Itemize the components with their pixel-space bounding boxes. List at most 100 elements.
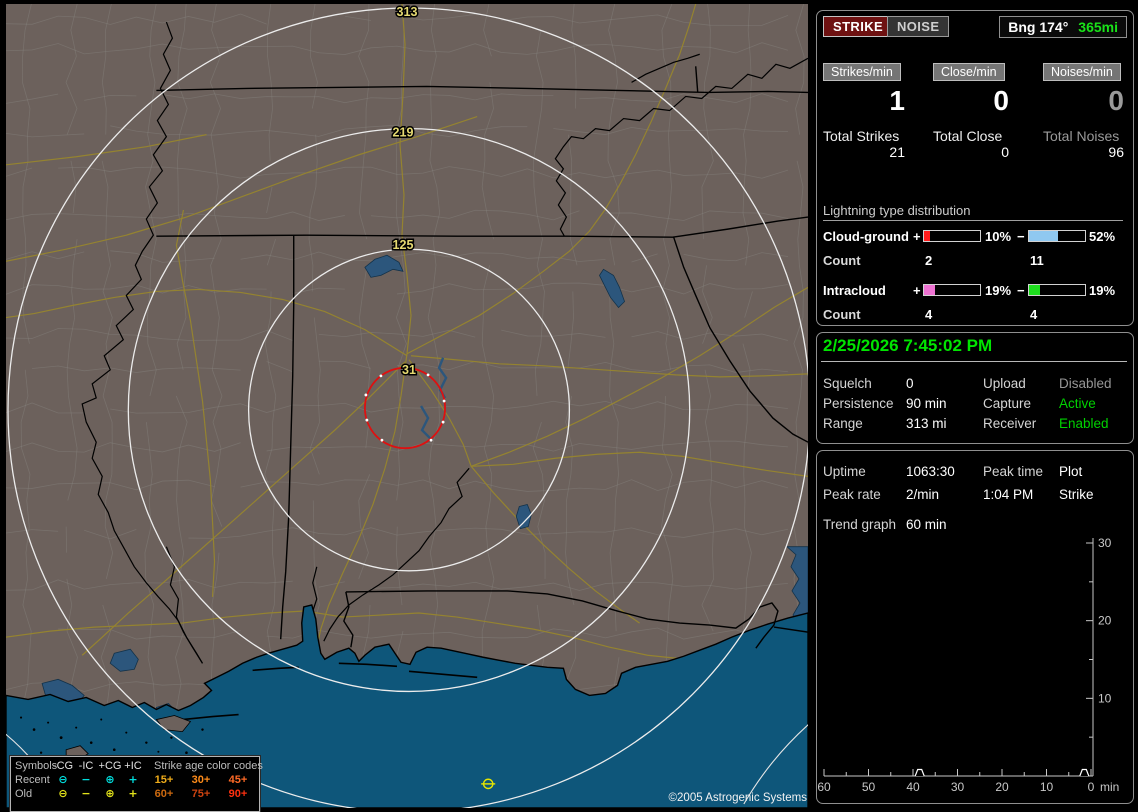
ring-label-219: 219	[393, 126, 414, 140]
legend-col-pos-ic: +IC	[124, 760, 142, 772]
status-panel: 2/25/2026 7:45:02 PM Squelch 0 Upload Di…	[816, 332, 1134, 444]
minus-sign: −	[1017, 229, 1025, 244]
cloud-ground-row: Cloud-ground + 10% − 52%	[817, 229, 1133, 245]
bearing-value: Bng 174°	[1008, 19, 1069, 35]
session-row: Uptime 1063:30 Peak time Plot	[817, 464, 1133, 481]
receiver-state: Enabled	[1059, 416, 1109, 431]
strike-toggle-button[interactable]: STRIKE	[823, 16, 894, 37]
peak-rate-value: 2/min	[906, 487, 940, 502]
plus-sign: +	[913, 283, 921, 298]
old-neg-cg-icon: ⊖	[58, 787, 68, 800]
svg-text:10: 10	[1040, 780, 1054, 794]
total-strikes-label: Total Strikes	[823, 128, 900, 144]
svg-text:20: 20	[995, 780, 1009, 794]
upload-state: Disabled	[1059, 376, 1112, 391]
pos-cg-percent: 10%	[985, 229, 1012, 244]
strikes-per-min-chip: Strikes/min	[823, 63, 901, 81]
age-45: 45+	[228, 774, 248, 786]
ring-label-31: 31	[402, 363, 416, 377]
persistence-label: Persistence	[823, 396, 894, 411]
distance-value: 365mi	[1078, 19, 1118, 35]
age-75: 75+	[191, 788, 211, 800]
count-label: Count	[823, 307, 861, 322]
datetime-display: 2/25/2026 7:45:02 PM	[823, 336, 993, 355]
svg-text:40: 40	[906, 780, 920, 794]
neg-ic-bar-fill	[1029, 285, 1040, 295]
minus-sign: −	[1017, 283, 1025, 298]
cloud-ground-label: Cloud-ground	[823, 229, 909, 244]
strikes-column: Strikes/min 1 Total Strikes 21	[823, 63, 905, 160]
ring-label-125: 125	[393, 238, 414, 252]
receiver-label: Receiver	[983, 416, 1037, 431]
upload-label: Upload	[983, 376, 1026, 391]
total-strikes-value: 21	[889, 144, 905, 160]
distribution-title: Lightning type distribution	[823, 203, 1123, 221]
legend-symbols-header: Symbols	[15, 760, 58, 772]
legend-age-header: Strike age color codes	[154, 760, 263, 772]
svg-text:20: 20	[1098, 614, 1112, 628]
close-per-min-chip: Close/min	[933, 63, 1005, 81]
pos-ic-bar	[923, 284, 981, 296]
map-canvas: 313 219 125 31 ©2005 Astrogenic Systems	[6, 4, 808, 808]
legend-recent-label: Recent	[15, 774, 50, 786]
uptime-value: 1063:30	[906, 464, 955, 479]
ring-label-313: 313	[397, 5, 418, 19]
trend-graph-label: Trend graph	[823, 517, 897, 532]
persistence-value: 90 min	[906, 396, 947, 411]
intracloud-count-row: Count 4 4	[817, 307, 1133, 323]
old-pos-ic-icon: +	[128, 787, 138, 800]
svg-text:50: 50	[862, 780, 876, 794]
close-column: Close/min 0 Total Close 0	[933, 63, 1009, 160]
age-60: 60+	[154, 788, 174, 800]
map-legend: Symbols -CG -IC +CG +IC Strike age color…	[9, 755, 263, 812]
pos-ic-bar-fill	[924, 285, 935, 295]
neg-cg-count: 11	[1030, 253, 1044, 268]
old-pos-cg-icon: ⊕	[105, 787, 115, 800]
strike-rate-spike	[1079, 768, 1090, 777]
svg-text:30: 30	[951, 780, 965, 794]
legend-col-neg-cg: -CG	[52, 760, 74, 772]
capture-label: Capture	[983, 396, 1032, 411]
pos-cg-count: 2	[925, 253, 933, 268]
neg-ic-count: 4	[1030, 307, 1038, 322]
cloud-ground-count-row: Count 2 11	[817, 253, 1133, 269]
status-row: Persistence 90 min Capture Active	[817, 396, 1133, 413]
squelch-value: 0	[906, 376, 914, 391]
trend-graph-value: 60 min	[906, 517, 947, 532]
copyright-text: ©2005 Astrogenic Systems	[669, 792, 808, 804]
neg-ic-percent: 19%	[1089, 283, 1116, 298]
intracloud-row: Intracloud + 19% − 19%	[817, 283, 1133, 299]
strike-rate-spike	[914, 768, 925, 777]
bearing-range-display: Bng 174° 365mi	[999, 16, 1127, 38]
legend-old-label: Old	[15, 788, 33, 800]
svg-text:min: min	[1100, 780, 1119, 794]
plot-type-value: Strike	[1059, 487, 1094, 502]
recent-neg-cg-icon: ⊖	[58, 773, 68, 786]
divider	[821, 361, 1127, 362]
pos-ic-count: 4	[925, 307, 933, 322]
lightning-map[interactable]: 313 219 125 31 ©2005 Astrogenic Systems	[6, 4, 808, 808]
plot-mode-value: Plot	[1059, 464, 1083, 479]
intracloud-label: Intracloud	[823, 283, 886, 298]
noises-per-min-value: 0	[1108, 85, 1124, 116]
peak-rate-label: Peak rate	[823, 487, 881, 502]
uptime-label: Uptime	[823, 464, 866, 479]
svg-text:10: 10	[1098, 691, 1112, 705]
recent-pos-ic-icon: +	[128, 773, 138, 786]
age-90: 90+	[228, 788, 248, 800]
total-noises-label: Total Noises	[1043, 128, 1120, 144]
pos-cg-bar	[923, 230, 981, 242]
range-value: 313 mi	[906, 416, 947, 431]
strikes-per-min-value: 1	[889, 85, 905, 116]
svg-text:60: 60	[817, 780, 831, 794]
total-noises-value: 96	[1108, 144, 1124, 160]
strike-counter-panel: STRIKE NOISE Bng 174° 365mi Strikes/min 1…	[816, 10, 1134, 326]
status-row: Range 313 mi Receiver Enabled	[817, 416, 1133, 433]
count-label: Count	[823, 253, 861, 268]
squelch-label: Squelch	[823, 376, 872, 391]
total-close-label: Total Close	[933, 128, 1003, 144]
noise-toggle-button[interactable]: NOISE	[887, 16, 950, 37]
noises-per-min-chip: Noises/min	[1043, 63, 1121, 81]
neg-cg-bar	[1028, 230, 1086, 242]
peak-time-label: Peak time	[983, 464, 1044, 479]
